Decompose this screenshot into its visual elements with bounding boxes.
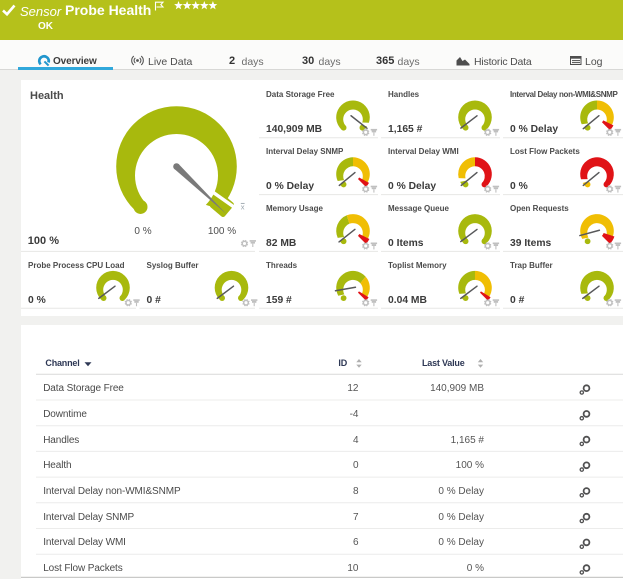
svg-text:x: x (241, 202, 245, 211)
